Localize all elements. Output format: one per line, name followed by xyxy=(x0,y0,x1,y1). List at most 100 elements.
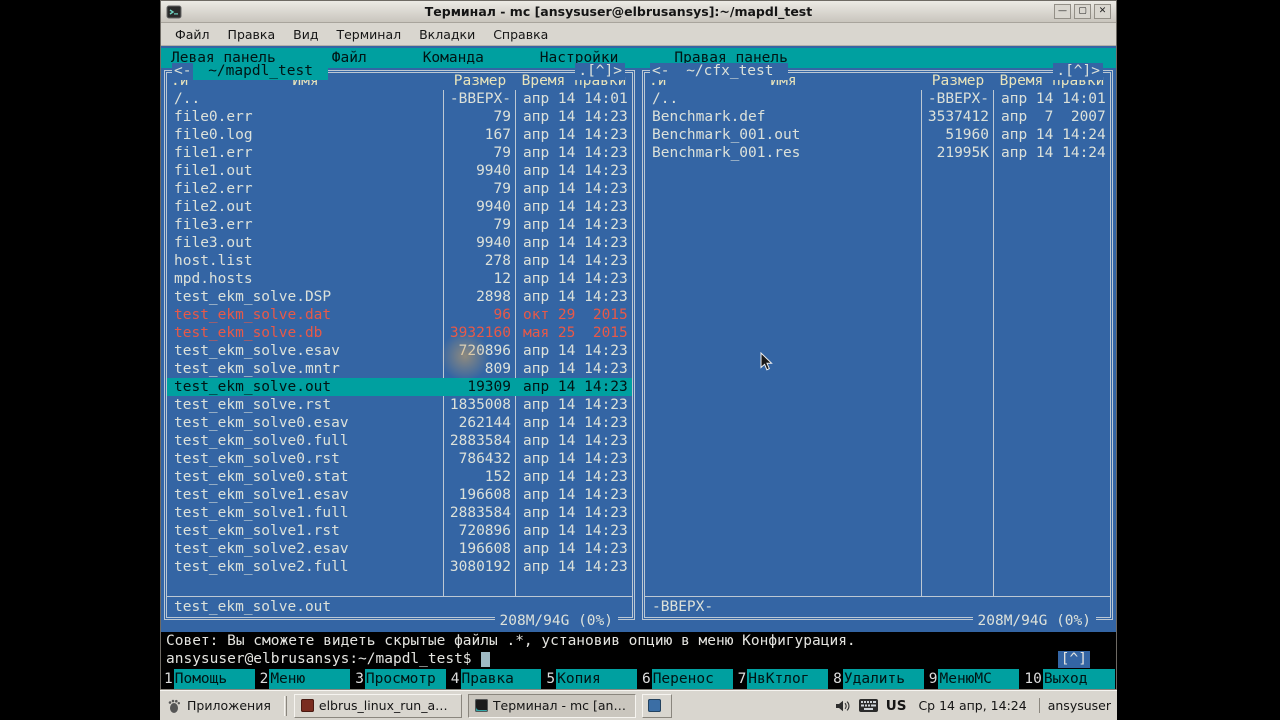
applications-icon xyxy=(166,698,182,714)
file-name: Benchmark.def xyxy=(652,109,766,125)
taskbar-task[interactable]: Терминал - mc [ansysu... xyxy=(467,693,636,718)
column-header-size[interactable]: Размер xyxy=(922,73,994,90)
file-row[interactable]: test_ekm_solve.DSP 2898 апр 14 14:23 xyxy=(167,288,632,306)
mc-menu-item[interactable]: Файл xyxy=(330,48,369,68)
file-list: /.. -ВВЕРХ- апр 14 14:01 file0.err 79 ап… xyxy=(167,90,632,598)
file-name: /.. xyxy=(174,91,201,107)
column-header-size[interactable]: Размер xyxy=(444,73,516,90)
file-row[interactable]: test_ekm_solve2.full 3080192 апр 14 14:2… xyxy=(167,558,632,576)
scroll-up-indicator[interactable]: [^] xyxy=(1057,651,1090,668)
file-mtime: апр 14 14:23 xyxy=(523,505,628,521)
file-name: test_ekm_solve.esav xyxy=(174,343,340,359)
file-row[interactable]: test_ekm_solve.db 3932160 мая 25 2015 xyxy=(167,324,632,342)
fkey-button[interactable]: 3 Просмотр xyxy=(353,669,446,689)
fkey-label: Выход xyxy=(1042,669,1115,689)
fkey-label: Помощь xyxy=(173,669,255,689)
taskbar-task[interactable] xyxy=(641,693,672,718)
taskbar-task[interactable]: elbrus_linux_run_ansys... xyxy=(293,693,462,718)
fkey-button[interactable]: 8 Удалить xyxy=(831,669,924,689)
file-row[interactable]: test_ekm_solve.rst 1835008 апр 14 14:23 xyxy=(167,396,632,414)
file-row[interactable]: mpd.hosts 12 апр 14 14:23 xyxy=(167,270,632,288)
file-row[interactable]: file2.out 9940 апр 14 14:23 xyxy=(167,198,632,216)
maximize-button[interactable]: ▢ xyxy=(1074,4,1091,19)
file-row[interactable]: test_ekm_solve.out 19309 апр 14 14:23 xyxy=(167,378,632,396)
file-name: test_ekm_solve1.full xyxy=(174,505,349,521)
applications-label: Приложения xyxy=(187,698,271,713)
fkey-button[interactable]: 1 Помощь xyxy=(162,669,255,689)
minimize-button[interactable]: — xyxy=(1054,4,1071,19)
file-size: 262144 xyxy=(458,415,511,431)
file-row[interactable]: test_ekm_solve0.rst 786432 апр 14 14:23 xyxy=(167,450,632,468)
file-row[interactable]: /.. -ВВЕРХ- апр 14 14:01 xyxy=(167,90,632,108)
menu-item[interactable]: Вкладки xyxy=(410,25,484,44)
file-row[interactable]: Benchmark.def 3537412 апр 7 2007 xyxy=(645,108,1110,126)
menu-item[interactable]: Справка xyxy=(484,25,557,44)
file-row[interactable]: file3.out 9940 апр 14 14:23 xyxy=(167,234,632,252)
fkey-button[interactable]: 10 Выход xyxy=(1022,669,1115,689)
file-row[interactable]: file0.err 79 апр 14 14:23 xyxy=(167,108,632,126)
fkey-button[interactable]: 2 Меню xyxy=(258,669,351,689)
file-mtime: апр 14 14:23 xyxy=(523,253,628,269)
file-size: -ВВЕРХ- xyxy=(927,91,989,107)
panel-path[interactable]: ~/cfx_test xyxy=(671,63,789,80)
file-mtime: апр 14 14:23 xyxy=(523,145,628,161)
menu-item[interactable]: Файл xyxy=(166,25,219,44)
panel-path[interactable]: ~/mapdl_test xyxy=(193,63,328,80)
file-row[interactable]: test_ekm_solve0.full 2883584 апр 14 14:2… xyxy=(167,432,632,450)
file-row[interactable]: file1.out 9940 апр 14 14:23 xyxy=(167,162,632,180)
file-row[interactable]: test_ekm_solve.esav 720896 апр 14 14:23 xyxy=(167,342,632,360)
file-row[interactable]: test_ekm_solve0.esav 262144 апр 14 14:23 xyxy=(167,414,632,432)
menu-item[interactable]: Терминал xyxy=(327,25,410,44)
task-window-icon xyxy=(474,699,488,712)
fkey-number: 6 xyxy=(641,671,651,687)
file-row[interactable]: test_ekm_solve.mntr 809 апр 14 14:23 xyxy=(167,360,632,378)
fkey-button[interactable]: 6 Перенос xyxy=(640,669,733,689)
file-mtime: апр 14 14:23 xyxy=(523,541,628,557)
file-name: mpd.hosts xyxy=(174,271,253,287)
file-size: 278 xyxy=(484,253,511,269)
file-size: 51960 xyxy=(945,127,989,143)
clock[interactable]: Ср 14 апр, 14:24 xyxy=(914,698,1030,713)
file-row[interactable]: file1.err 79 апр 14 14:23 xyxy=(167,144,632,162)
file-row[interactable]: test_ekm_solve.dat 96 окт 29 2015 xyxy=(167,306,632,324)
command-line[interactable]: ansysuser@elbrusansys:~/mapdl_test$ [^] xyxy=(161,650,1116,669)
task-list: elbrus_linux_run_ansys... Терминал - mc … xyxy=(293,693,672,718)
task-window-icon xyxy=(647,699,661,712)
titlebar[interactable]: Терминал - mc [ansysuser@elbrusansys]:~/… xyxy=(161,1,1116,23)
volume-icon[interactable] xyxy=(834,698,851,714)
file-mtime: апр 14 14:01 xyxy=(1001,91,1106,107)
file-mtime: мая 25 2015 xyxy=(523,325,628,341)
file-row[interactable]: /.. -ВВЕРХ- апр 14 14:01 xyxy=(645,90,1110,108)
panel-scroll-right-marker: .[^]> xyxy=(575,63,625,80)
applications-menu[interactable]: Приложения xyxy=(164,696,277,716)
mc-menu-item[interactable]: Команда xyxy=(421,48,486,68)
file-row[interactable]: Benchmark_001.out 51960 апр 14 14:24 xyxy=(645,126,1110,144)
file-row[interactable]: test_ekm_solve0.stat 152 апр 14 14:23 xyxy=(167,468,632,486)
panel-title: <- ~/mapdl_test xyxy=(172,63,328,80)
fkey-button[interactable]: 7 НвКтлог xyxy=(736,669,829,689)
file-row[interactable]: file2.err 79 апр 14 14:23 xyxy=(167,180,632,198)
fkey-button[interactable]: 4 Правка xyxy=(449,669,542,689)
file-row[interactable]: file0.log 167 апр 14 14:23 xyxy=(167,126,632,144)
file-mtime: окт 29 2015 xyxy=(523,307,628,323)
close-button[interactable]: ✕ xyxy=(1094,4,1111,19)
file-row[interactable]: test_ekm_solve1.esav 196608 апр 14 14:23 xyxy=(167,486,632,504)
keyboard-layout-icon[interactable] xyxy=(858,699,878,712)
keyboard-layout-label[interactable]: US xyxy=(886,698,907,714)
fkey-number: 7 xyxy=(737,671,747,687)
file-row[interactable]: test_ekm_solve1.full 2883584 апр 14 14:2… xyxy=(167,504,632,522)
system-tray: US Ср 14 апр, 14:24 ansysuser xyxy=(834,698,1113,714)
file-row[interactable]: host.list 278 апр 14 14:23 xyxy=(167,252,632,270)
file-row[interactable]: file3.err 79 апр 14 14:23 xyxy=(167,216,632,234)
panels: <- ~/mapdl_test .[^]> .и Имя Размер Врем… xyxy=(161,63,1116,630)
file-row[interactable]: test_ekm_solve2.esav 196608 апр 14 14:23 xyxy=(167,540,632,558)
menu-item[interactable]: Вид xyxy=(284,25,327,44)
fkey-button[interactable]: 5 Копия xyxy=(544,669,637,689)
task-window-title: Терминал - mc [ansysu... xyxy=(492,698,629,713)
menu-item[interactable]: Правка xyxy=(219,25,285,44)
fkey-button[interactable]: 9 МенюМС xyxy=(927,669,1020,689)
file-row[interactable]: Benchmark_001.res 21995K апр 14 14:24 xyxy=(645,144,1110,162)
panel-title: <- ~/cfx_test xyxy=(650,63,789,80)
file-row[interactable]: test_ekm_solve1.rst 720896 апр 14 14:23 xyxy=(167,522,632,540)
panel-disk-usage: 208M/94G (0%) xyxy=(494,613,618,630)
